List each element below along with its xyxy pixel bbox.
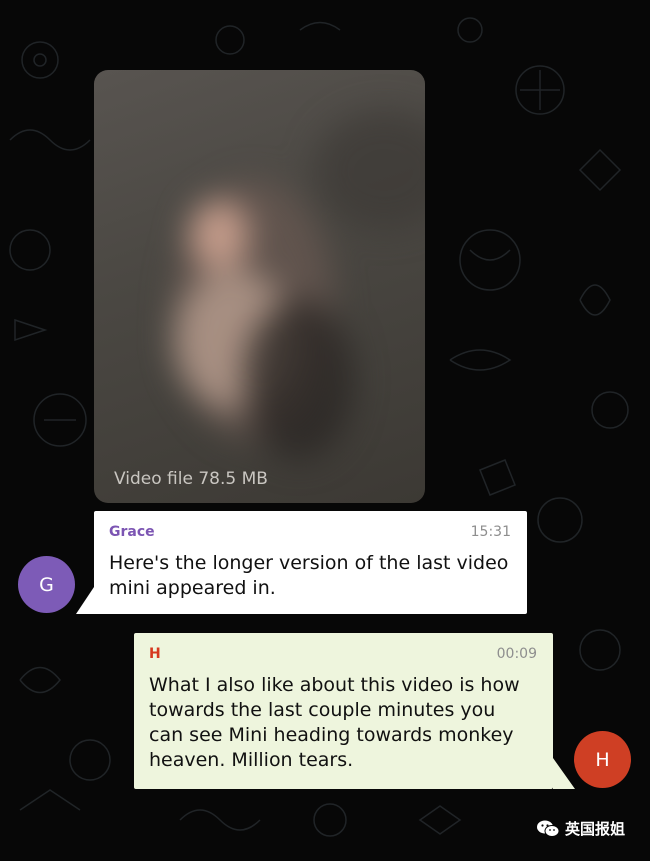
- incoming-bubble-tail: [76, 584, 96, 614]
- watermark-text: 英国报姐: [565, 820, 626, 838]
- avatar-grace[interactable]: G: [18, 556, 75, 613]
- video-file-size: Video file 78.5 MB: [114, 469, 268, 489]
- message-time: 00:09: [496, 646, 537, 662]
- message-bubble-incoming[interactable]: Grace 15:31 Here's the longer version of…: [94, 511, 527, 614]
- video-thumbnail: [94, 70, 425, 503]
- video-attachment[interactable]: Video file 78.5 MB: [94, 70, 425, 503]
- message-bubble-outgoing[interactable]: H 00:09 What I also like about this vide…: [134, 633, 553, 789]
- watermark: 英国报姐: [536, 818, 625, 839]
- message-text: What I also like about this video is how…: [149, 674, 520, 771]
- avatar-h[interactable]: H: [574, 731, 631, 788]
- sender-name[interactable]: H: [149, 646, 161, 662]
- wechat-icon: [537, 820, 560, 837]
- message-time: 15:31: [470, 524, 511, 540]
- message-text: Here's the longer version of the last vi…: [109, 552, 509, 599]
- outgoing-bubble-tail: [553, 758, 575, 789]
- sender-name[interactable]: Grace: [109, 524, 155, 540]
